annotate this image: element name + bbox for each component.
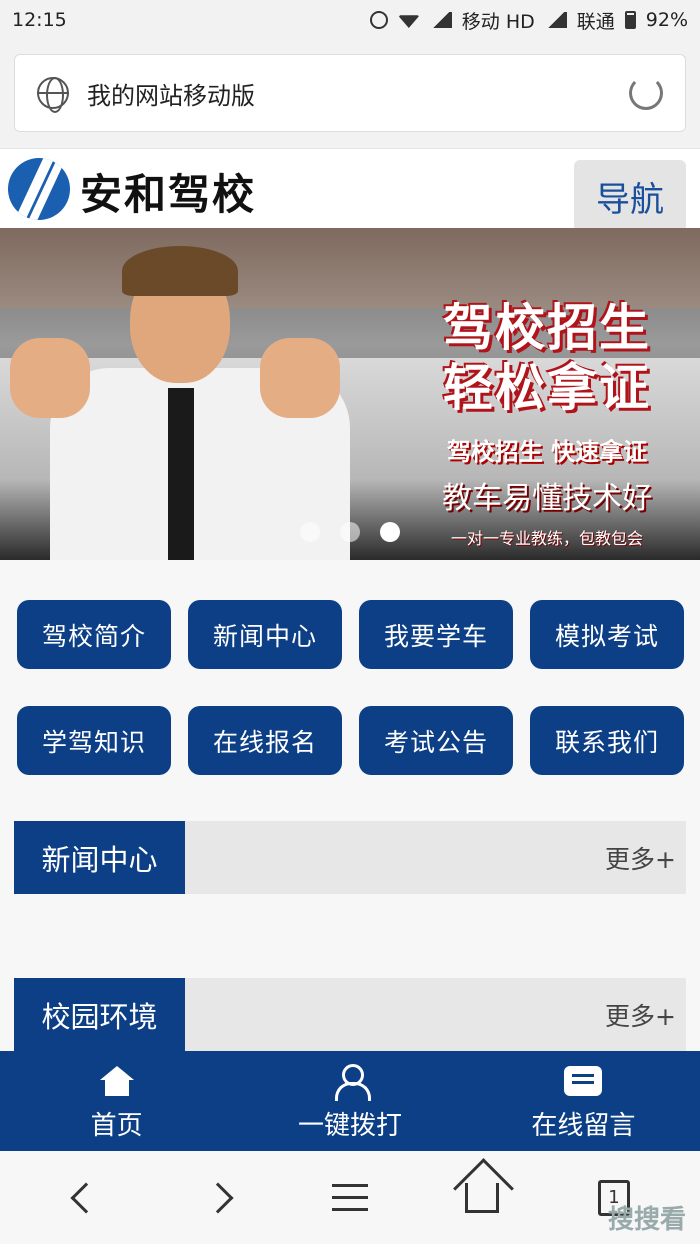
status-bar: 12:15 移动 HD 联通 92% [0,0,700,40]
clock: 12:15 [12,9,67,31]
carrier-2: 联通 [576,10,615,33]
quick-menu: 驾校简介 新闻中心 我要学车 模拟考试 学驾知识 在线报名 考试公告 联系我们 [17,600,684,775]
status-icons: 移动 HD 联通 92% [369,7,688,34]
menu-contact-us[interactable]: 联系我们 [530,706,684,775]
logo-icon[interactable] [8,158,70,220]
section-news: 新闻中心 更多+ [14,821,686,894]
banner-headline-2: 轻松拿证 [443,359,651,417]
tab-message[interactable]: 在线留言 [467,1051,700,1151]
chevron-left-icon [70,1181,102,1214]
banner-sub-3: 一对一专业教练，包教包会 [450,529,643,548]
house-icon [465,1182,499,1213]
section-title: 新闻中心 [14,821,185,894]
tab-label: 首页 [90,1110,143,1141]
menu-online-signup[interactable]: 在线报名 [188,706,342,775]
site-header: 安和驾校 导航 [0,148,700,232]
hamburger-icon [332,1196,368,1199]
carousel-dot-3[interactable] [380,522,400,542]
section-campus: 校园环境 更多+ [14,978,686,1051]
watermark: 搜搜看 [607,1205,686,1235]
carrier-1: 移动 HD [461,10,535,33]
menu-driving-knowledge[interactable]: 学驾知识 [17,706,171,775]
section-title: 校园环境 [14,978,185,1051]
banner-headline-1: 驾校招生 [443,299,651,357]
user-call-icon [334,1063,371,1101]
tab-label: 一键拨打 [297,1110,402,1141]
menu-news-center[interactable]: 新闻中心 [188,600,342,669]
address-bar[interactable]: 我的网站移动版 [14,54,686,132]
more-link[interactable]: 更多+ [605,978,676,1051]
battery-icon [624,11,636,29]
menu-button[interactable] [320,1173,380,1223]
browser-toolbar: 我的网站移动版 [0,40,700,148]
message-icon [564,1065,603,1096]
phone-screen: 12:15 移动 HD 联通 92% 我的网站移动版 安和驾校 导航 驾校招生 … [0,0,700,1244]
banner-sub-2: 教车易懂技术好 [442,481,652,516]
chevron-right-icon [202,1181,234,1214]
signal-icon [429,12,452,28]
menu-learn-driving[interactable]: 我要学车 [359,600,513,669]
banner-carousel[interactable]: 驾校招生 轻松拿证 驾校招生 快速拿证 教车易懂技术好 一对一专业教练，包教包会 [0,228,700,560]
tab-home[interactable]: 首页 [0,1051,233,1151]
site-logo-text[interactable]: 安和驾校 [80,161,256,222]
tab-label: 在线留言 [531,1110,636,1141]
signal-icon-2 [544,12,567,28]
carousel-dot-2[interactable] [340,522,360,542]
bottom-tab-bar: 首页 一键拨打 在线留言 [0,1051,700,1151]
alarm-icon [369,11,388,29]
carousel-dots [300,522,400,542]
banner-slogan: 驾校招生 轻松拿证 驾校招生 快速拿证 教车易懂技术好 一对一专业教练，包教包会 [412,298,682,549]
carousel-dot-1[interactable] [300,522,320,542]
back-button[interactable] [56,1173,116,1223]
reload-icon[interactable] [629,76,663,110]
home-button[interactable] [452,1173,512,1223]
more-link[interactable]: 更多+ [605,821,676,894]
battery-level: 92% [645,9,688,31]
menu-school-intro[interactable]: 驾校简介 [17,600,171,669]
banner-sub-1: 驾校招生 快速拿证 [446,438,648,466]
wifi-icon [397,15,420,28]
home-icon [99,1065,134,1096]
forward-button[interactable] [188,1173,248,1223]
page-title: 我的网站移动版 [87,81,255,110]
menu-mock-exam[interactable]: 模拟考试 [530,600,684,669]
system-navigation-bar: 1 [0,1151,700,1244]
nav-button[interactable]: 导航 [574,160,686,232]
tab-call[interactable]: 一键拨打 [233,1051,466,1151]
menu-exam-notice[interactable]: 考试公告 [359,706,513,775]
banner-person-image [10,238,390,560]
globe-icon [37,77,69,113]
